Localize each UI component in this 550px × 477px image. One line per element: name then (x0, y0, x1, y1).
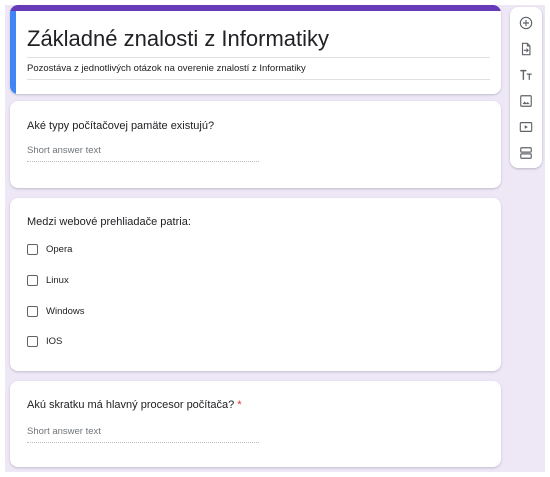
checkbox-option[interactable]: Opera (27, 242, 72, 256)
checkbox[interactable] (27, 305, 38, 317)
question-title-text: Akú skratku má hlavný procesor počítača? (27, 399, 235, 411)
add-section-icon[interactable] (516, 143, 536, 163)
question-card-1[interactable]: Aké typy počítačovej pamäte existujú? Sh… (10, 101, 501, 188)
checkbox-option[interactable]: Windows (27, 304, 85, 318)
checkbox[interactable] (27, 243, 38, 255)
form-title[interactable]: Základné znalosti z Informatiky (27, 25, 490, 58)
short-answer-field[interactable]: Short answer text (27, 426, 259, 443)
checkbox-option[interactable]: Linux (27, 273, 69, 287)
add-question-icon[interactable] (516, 13, 536, 33)
option-label: Linux (46, 274, 69, 286)
question-title: Medzi webové prehliadače patria: (27, 216, 191, 228)
add-video-icon[interactable] (516, 117, 536, 137)
theme-accent-bar (10, 5, 501, 11)
checkbox-option[interactable]: IOS (27, 334, 62, 348)
option-label: Windows (46, 305, 85, 317)
form-canvas: Základné znalosti z Informatiky Pozostáv… (5, 5, 545, 472)
checkbox[interactable] (27, 274, 38, 286)
form-header-card[interactable]: Základné znalosti z Informatiky Pozostáv… (10, 5, 501, 94)
option-label: Opera (46, 243, 73, 255)
checkbox[interactable] (27, 335, 38, 347)
add-title-icon[interactable] (516, 65, 536, 85)
question-card-2[interactable]: Medzi webové prehliadače patria: Opera L… (10, 198, 501, 371)
floating-toolbar (510, 7, 542, 168)
question-title: Aké typy počítačovej pamäte existujú? (27, 120, 215, 132)
required-marker: * (237, 399, 242, 411)
question-title: Akú skratku má hlavný procesor počítača?… (27, 398, 242, 412)
import-questions-icon[interactable] (516, 39, 536, 59)
add-image-icon[interactable] (516, 91, 536, 111)
question-card-3[interactable]: Akú skratku má hlavný procesor počítača?… (10, 381, 501, 467)
form-description[interactable]: Pozostáva z jednotlivých otázok na overe… (27, 63, 490, 80)
focus-indicator (10, 11, 16, 94)
option-label: IOS (46, 335, 63, 347)
short-answer-field[interactable]: Short answer text (27, 145, 259, 162)
